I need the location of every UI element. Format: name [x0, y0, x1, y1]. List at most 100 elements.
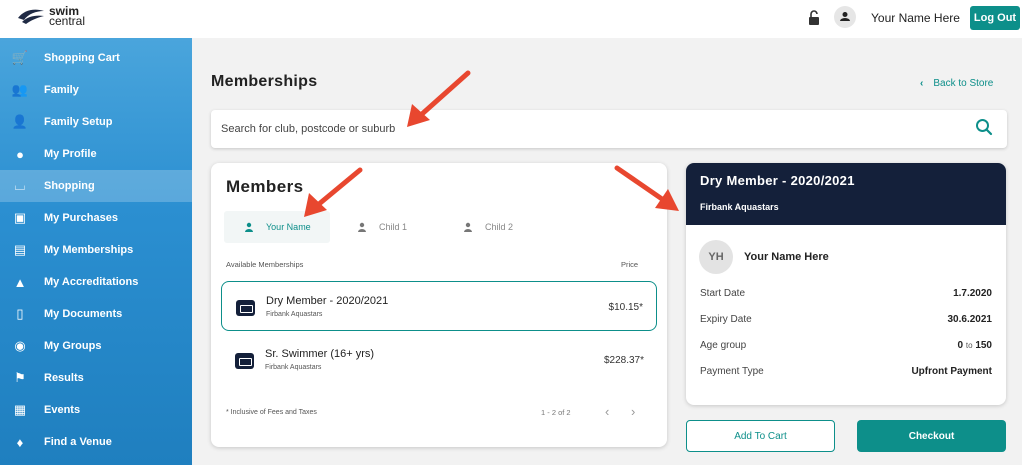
swim-central-logo[interactable]: swim central	[16, 5, 86, 28]
family-icon: 👥	[11, 82, 29, 97]
sidebar-item-shopping[interactable]: ⌴ Shopping	[0, 170, 192, 202]
back-to-store-link[interactable]: ‹ Back to Store	[920, 78, 993, 89]
sidebar-item-shopping-cart[interactable]: 🛒 Shopping Cart	[0, 42, 192, 74]
groups-icon: ◉	[14, 338, 26, 353]
top-bar: swim central Your Name Here Log Out	[0, 0, 1022, 38]
expiry-date-label: Expiry Date	[700, 314, 752, 325]
sidebar: 🛒 Shopping Cart 👥 Family 👤 Family Setup …	[0, 38, 192, 465]
sidebar-item-my-groups[interactable]: ◉ My Groups	[0, 330, 192, 362]
chevron-left-icon: ‹	[920, 78, 924, 89]
membership-name: Dry Member - 2020/2021	[266, 295, 389, 307]
page-title: Memberships	[211, 73, 318, 90]
detail-title: Dry Member - 2020/2021	[700, 173, 855, 188]
cart-icon: 🛒	[11, 50, 29, 65]
membership-card-icon	[236, 300, 255, 316]
membership-detail-card: Dry Member - 2020/2021 Firbank Aquastars…	[686, 163, 1006, 405]
age-from: 0	[957, 340, 964, 351]
family-setup-icon: 👤	[11, 114, 29, 129]
chevron-right-icon[interactable]: ›	[631, 404, 635, 419]
basket-icon: ⌴	[14, 178, 26, 193]
age-group-label: Age group	[700, 340, 747, 351]
sidebar-item-my-purchases[interactable]: ▣ My Purchases	[0, 202, 192, 234]
sidebar-item-find-a-venue[interactable]: ♦ Find a Venue	[0, 426, 192, 458]
checkout-button[interactable]: Checkout	[857, 420, 1006, 452]
sidebar-item-label: Shopping	[44, 180, 95, 192]
age-group-value: 0 to 150	[958, 340, 992, 351]
sidebar-item-my-documents[interactable]: ▯ My Documents	[0, 298, 192, 330]
sidebar-item-label: My Profile	[44, 148, 97, 160]
membership-card-icon	[235, 353, 254, 369]
age-to: 150	[975, 340, 992, 351]
membership-price: $10.15*	[608, 302, 643, 313]
sidebar-item-label: My Accreditations	[44, 276, 139, 288]
chevron-left-icon[interactable]: ‹	[605, 404, 609, 419]
id-card-icon: ▤	[13, 242, 27, 257]
payment-type-label: Payment Type	[700, 366, 764, 377]
add-to-cart-button[interactable]: Add To Cart	[686, 420, 835, 452]
avatar: YH	[699, 240, 733, 274]
person-icon	[245, 222, 253, 232]
person-icon	[358, 222, 366, 232]
membership-price: $228.37*	[603, 355, 644, 366]
membership-club: Firbank Aquastars	[266, 311, 323, 318]
tab-label: Child 2	[485, 222, 514, 232]
tab-child-1[interactable]: Child 1	[357, 211, 447, 243]
profile-icon: ●	[16, 146, 24, 162]
detail-header: Dry Member - 2020/2021 Firbank Aquastars	[686, 163, 1006, 225]
tab-label: Your Name	[266, 222, 311, 232]
unlock-icon[interactable]	[808, 10, 820, 26]
document-icon: ▯	[16, 306, 24, 321]
sidebar-item-label: Results	[44, 372, 84, 384]
logout-button[interactable]: Log Out	[970, 6, 1020, 30]
sidebar-item-label: Find a Venue	[44, 436, 112, 448]
search-bar	[211, 110, 1007, 148]
sidebar-item-label: Family	[44, 84, 79, 96]
flag-icon: ⚑	[14, 370, 26, 385]
tab-your-name[interactable]: Your Name	[224, 211, 330, 243]
sidebar-item-label: Events	[44, 404, 81, 416]
sidebar-item-family-setup[interactable]: 👤 Family Setup	[0, 106, 192, 138]
swim-central-logo-icon	[18, 9, 44, 24]
graduation-cap-icon: ▲	[13, 274, 27, 290]
location-pin-icon: ♦	[16, 434, 24, 450]
person-icon	[464, 222, 472, 232]
search-input[interactable]	[221, 120, 961, 138]
sidebar-item-label: My Purchases	[44, 212, 118, 224]
header-user-name[interactable]: Your Name Here	[871, 11, 960, 25]
sidebar-item-events[interactable]: ▦ Events	[0, 394, 192, 426]
age-to-word: to	[965, 341, 973, 350]
logo-text-central: central	[49, 14, 86, 28]
price-column-label: Price	[621, 260, 639, 269]
bag-icon: ▣	[13, 210, 27, 225]
user-avatar-icon[interactable]	[834, 6, 856, 28]
members-card: Members Your Name Child 1 Child 2 Availa…	[211, 163, 667, 447]
search-icon[interactable]	[975, 118, 993, 136]
pagination-text: 1 - 2 of 2	[541, 408, 571, 417]
available-memberships-label: Available Memberships	[226, 260, 304, 269]
start-date-label: Start Date	[700, 288, 746, 299]
sidebar-item-my-profile[interactable]: ● My Profile	[0, 138, 192, 170]
membership-row[interactable]: Dry Member - 2020/2021 Firbank Aquastars…	[221, 281, 657, 331]
sidebar-item-family[interactable]: 👥 Family	[0, 74, 192, 106]
members-title: Members	[226, 177, 304, 196]
expiry-date-value: 30.6.2021	[947, 314, 993, 325]
fees-note: * Inclusive of Fees and Taxes	[226, 409, 317, 416]
tab-label: Child 1	[379, 222, 408, 232]
back-to-store-label: Back to Store	[933, 78, 994, 89]
membership-name: Sr. Swimmer (16+ yrs)	[265, 348, 375, 360]
sidebar-item-my-accreditations[interactable]: ▲ My Accreditations	[0, 266, 192, 298]
start-date-value: 1.7.2020	[953, 288, 992, 299]
sidebar-item-results[interactable]: ⚑ Results	[0, 362, 192, 394]
membership-row[interactable]: Sr. Swimmer (16+ yrs) Firbank Aquastars …	[221, 335, 657, 385]
sidebar-item-label: Shopping Cart	[44, 52, 120, 64]
detail-club: Firbank Aquastars	[700, 202, 779, 212]
membership-club: Firbank Aquastars	[265, 364, 322, 371]
sidebar-item-label: My Memberships	[44, 244, 134, 256]
calendar-icon: ▦	[13, 402, 27, 417]
sidebar-item-label: My Documents	[44, 308, 123, 320]
member-name: Your Name Here	[744, 251, 829, 263]
tab-child-2[interactable]: Child 2	[463, 211, 553, 243]
sidebar-item-label: My Groups	[44, 340, 102, 352]
sidebar-item-my-memberships[interactable]: ▤ My Memberships	[0, 234, 192, 266]
payment-type-value: Upfront Payment	[911, 366, 992, 377]
